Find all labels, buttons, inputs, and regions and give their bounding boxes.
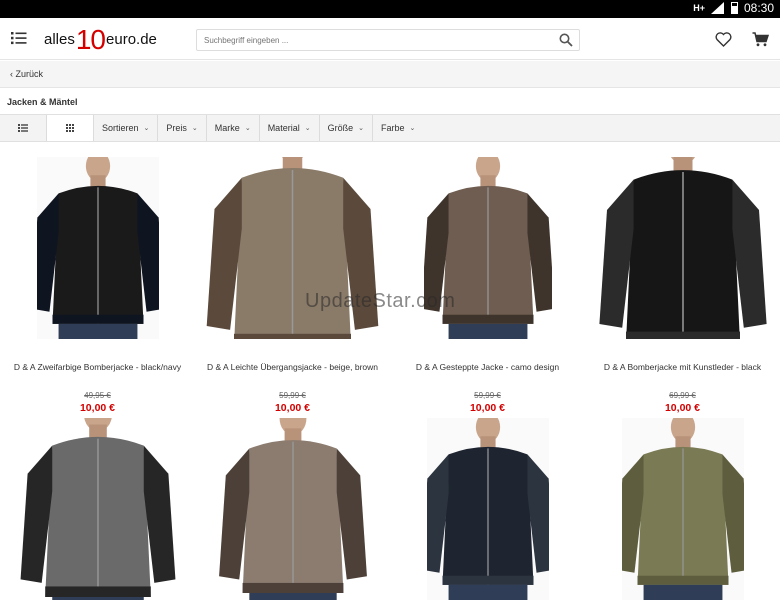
product-name[interactable]: D & A Gesteppte Jacke - camo design (390, 361, 585, 373)
signal-icon (710, 2, 725, 14)
product-price: 10,00 € (469, 402, 506, 414)
back-link[interactable]: ‹ Zurück (10, 69, 43, 79)
product-image[interactable] (585, 418, 780, 600)
product-old-price: 49,95 € (84, 391, 111, 400)
filter-label: Farbe (380, 123, 405, 133)
list-view-button[interactable] (0, 115, 47, 141)
header: alles 10 euro.de (0, 18, 780, 60)
search-icon[interactable] (559, 33, 573, 47)
chevron-down-icon: ⌄ (143, 125, 150, 132)
watermark: UpdateStar.com (305, 290, 456, 312)
status-bar: H+ 08:30 (0, 0, 780, 18)
grid-view-button[interactable] (47, 115, 94, 141)
filter-sortieren[interactable]: Sortieren ⌄ (94, 115, 159, 141)
menu-icon[interactable] (11, 31, 27, 45)
filter-label: Größe (327, 123, 354, 133)
chevron-down-icon: ⌄ (409, 125, 416, 132)
network-type: H+ (693, 3, 705, 13)
logo-prefix: alles (44, 31, 75, 48)
product-price: 10,00 € (79, 402, 116, 414)
product-image[interactable] (390, 418, 585, 600)
back-bar: ‹ Zurück (0, 61, 780, 88)
logo-suffix: euro.de (106, 31, 157, 48)
jacket-photo (598, 157, 767, 339)
jacket-photo (426, 418, 549, 600)
clock: 08:30 (743, 1, 774, 15)
product-price: 10,00 € (274, 402, 311, 414)
product-name[interactable]: D & A Leichte Übergangsjacke - beige, br… (195, 361, 390, 373)
filter-label: Preis (166, 123, 187, 133)
jacket-photo (218, 418, 367, 600)
jacket-photo (20, 418, 175, 600)
chevron-down-icon: ⌄ (191, 125, 198, 132)
filter-groesse[interactable]: Größe ⌄ (320, 115, 373, 141)
filter-marke[interactable]: Marke ⌄ (207, 115, 260, 141)
filter-label: Marke (214, 123, 240, 133)
search-box (196, 29, 580, 51)
filter-label: Material (267, 123, 300, 133)
product-price: 10,00 € (664, 402, 701, 414)
product-image[interactable] (585, 157, 780, 339)
wishlist-heart-icon[interactable] (715, 32, 732, 47)
jacket-photo (621, 418, 744, 600)
category-title: Jacken & Mäntel (7, 97, 78, 107)
product-image[interactable] (0, 418, 195, 600)
list-icon (18, 124, 28, 132)
battery-icon (730, 2, 738, 14)
logo-number: 10 (75, 24, 106, 55)
logo[interactable]: alles 10 euro.de (44, 24, 157, 54)
product-name[interactable]: D & A Zweifarbige Bomberjacke - black/na… (0, 361, 195, 373)
chevron-down-icon: ⌄ (244, 125, 251, 132)
product-old-price: 59,99 € (279, 391, 306, 400)
product-old-price: 69,99 € (669, 391, 696, 400)
chevron-down-icon: ⌄ (304, 125, 311, 132)
search-input[interactable] (197, 30, 547, 51)
product-name[interactable]: D & A Bomberjacke mit Kunstleder - black (585, 361, 780, 373)
filter-material[interactable]: Material ⌄ (260, 115, 320, 141)
filter-preis[interactable]: Preis ⌄ (158, 115, 207, 141)
jacket-photo (36, 157, 159, 339)
filter-farbe[interactable]: Farbe ⌄ (373, 115, 423, 141)
product-image[interactable] (195, 418, 390, 600)
cart-icon[interactable] (752, 32, 770, 47)
product-image[interactable] (0, 157, 195, 339)
grid-icon (66, 124, 74, 132)
back-label: Zurück (15, 69, 44, 79)
filter-label: Sortieren (102, 123, 139, 133)
product-old-price: 59,99 € (474, 391, 501, 400)
chevron-down-icon: ⌄ (358, 125, 364, 132)
filter-bar: Sortieren ⌄ Preis ⌄ Marke ⌄ Material ⌄ Größe… (0, 114, 780, 142)
